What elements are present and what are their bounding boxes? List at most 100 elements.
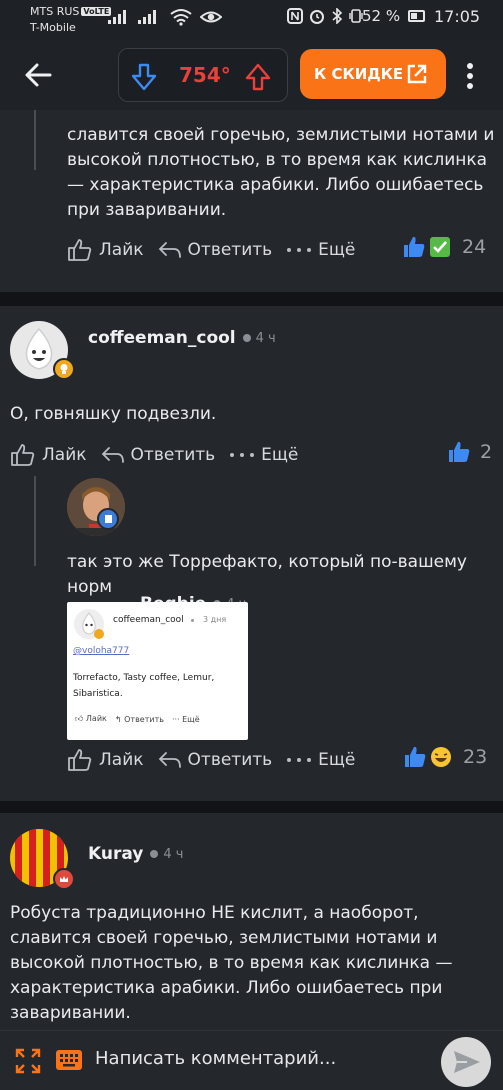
discount-button[interactable]: К СКИДКЕ [300, 49, 446, 99]
clock: 17:05 [434, 7, 481, 26]
comment-text: О, говняшку подвезли. [10, 404, 217, 424]
send-icon [454, 1051, 480, 1073]
comments-feed: славится своей горечью, землистыми нотам… [0, 110, 503, 1040]
author-name[interactable]: Kuray [88, 844, 143, 864]
like-icon [68, 239, 92, 261]
comment-actions: Лайк Ответить Ещё [67, 745, 355, 775]
comment-input[interactable]: Написать комментарий... [95, 1048, 336, 1069]
like-icon [68, 749, 92, 771]
reply-icon [101, 447, 124, 463]
carrier-secondary: T-Mobile [30, 21, 76, 34]
comment-time: 4 ч [163, 846, 184, 862]
comment-author: coffeeman_cool 4 ч [88, 328, 276, 348]
like-counter: 2 [447, 440, 492, 464]
reply-icon [158, 242, 181, 258]
keyboard-icon[interactable] [55, 1049, 83, 1071]
like-button[interactable]: Лайк [67, 748, 144, 772]
thumbs-up-icon [405, 746, 426, 767]
comment-card: славится своей горечью, землистыми нотам… [0, 110, 503, 292]
embed-text: Torrefacto, Tasty coffee, Lemur, Sibaris… [73, 673, 215, 699]
expand-icon[interactable] [15, 1048, 41, 1074]
volte-badge: VoLTE [81, 7, 112, 16]
thumbs-up-icon [404, 236, 425, 257]
thread-line [34, 476, 36, 566]
more-button[interactable]: Ещё [286, 750, 355, 770]
more-dots-icon [287, 248, 312, 252]
signal-icon [138, 10, 156, 24]
like-count: 24 [462, 236, 487, 258]
online-dot [150, 850, 159, 858]
embed-actions: 👍︎ Лайк ↰ Ответить ··· Ещё [75, 714, 200, 724]
comment-text: Робуста традиционно НЕ кислит, а наоборо… [10, 903, 453, 1023]
comment-text: так это же Торрефакто, который по-вашему… [67, 552, 467, 597]
embed-avatar [74, 609, 104, 639]
check-emoji-icon [430, 237, 450, 257]
more-dots-icon [230, 453, 255, 457]
user-badge [53, 358, 75, 380]
rating-value: 754° [179, 63, 231, 87]
like-counter: 23 [403, 745, 487, 769]
avatar[interactable] [67, 478, 125, 536]
external-link-icon [407, 64, 427, 84]
reply-button[interactable]: Ответить [158, 240, 272, 260]
battery-percent: 52 % [362, 7, 401, 25]
nfc-icon [287, 8, 303, 24]
reply-button[interactable]: Ответить [158, 750, 272, 770]
carrier-primary: MTS RUS VoLTE [30, 5, 112, 18]
rating-control: 754° [118, 48, 288, 102]
battery-icon [408, 10, 425, 22]
downvote-icon[interactable] [131, 63, 157, 91]
embedded-screenshot[interactable]: coffeeman_cool 3 дня @voloha777 Torrefac… [67, 602, 248, 740]
card-separator [0, 292, 503, 306]
eye-icon [200, 11, 222, 23]
wifi-icon [170, 9, 192, 26]
alarm-icon [310, 10, 324, 24]
upvote-icon[interactable] [245, 63, 271, 91]
reply-button[interactable]: Ответить [101, 445, 215, 465]
embed-author: coffeeman_cool [113, 615, 184, 625]
vibrate-icon [349, 9, 363, 23]
like-icon [11, 444, 35, 466]
more-button[interactable]: Ещё [229, 445, 298, 465]
book-icon [104, 515, 112, 523]
online-dot [242, 334, 251, 342]
card-separator [0, 801, 503, 813]
embed-reply: ↰ Ответить [114, 714, 164, 724]
comment-time: 4 ч [255, 330, 276, 346]
signal-icon [108, 10, 126, 24]
embed-time: 3 дня [203, 615, 227, 624]
status-bar: MTS RUS VoLTE T-Mobile 52 % 17:05 [0, 0, 503, 40]
like-button[interactable]: Лайк [67, 238, 144, 262]
like-button[interactable]: Лайк [10, 443, 87, 467]
comment-author: Kuray 4 ч [88, 844, 184, 864]
bulb-icon [60, 364, 68, 374]
back-arrow-icon[interactable] [22, 58, 56, 92]
send-button[interactable] [441, 1037, 491, 1087]
more-dots-icon [287, 758, 312, 762]
thumbs-up-icon [449, 441, 470, 462]
embed-dot [191, 619, 194, 622]
thread-line [34, 110, 36, 170]
discount-label: К СКИДКЕ [314, 65, 404, 83]
more-button[interactable]: Ещё [286, 240, 355, 260]
comment-actions: Лайк Ответить Ещё [10, 440, 298, 470]
user-badge [53, 868, 75, 890]
comment-text: славится своей горечью, землистыми нотам… [67, 125, 495, 220]
reply-icon [158, 752, 181, 768]
laughing-emoji-icon [431, 747, 451, 767]
embed-mention: @voloha777 [73, 646, 130, 656]
more-vertical-icon[interactable] [466, 62, 474, 90]
system-icons [287, 8, 363, 24]
top-app-bar: 754° К СКИДКЕ [0, 40, 503, 110]
comment-card: Kuray 4 ч Робуста традиционно НЕ кислит,… [0, 813, 503, 1040]
like-counter: 24 [402, 235, 486, 259]
embed-more: ··· Ещё [171, 714, 200, 724]
comment-actions: Лайк Ответить Ещё [67, 235, 355, 265]
user-badge [97, 508, 119, 530]
like-count: 23 [463, 746, 488, 768]
avatar-photo [67, 478, 125, 536]
like-count: 2 [480, 441, 493, 463]
embed-like: 👍︎ Лайк [75, 714, 107, 723]
author-name[interactable]: coffeeman_cool [88, 328, 236, 348]
crown-icon [60, 876, 68, 882]
